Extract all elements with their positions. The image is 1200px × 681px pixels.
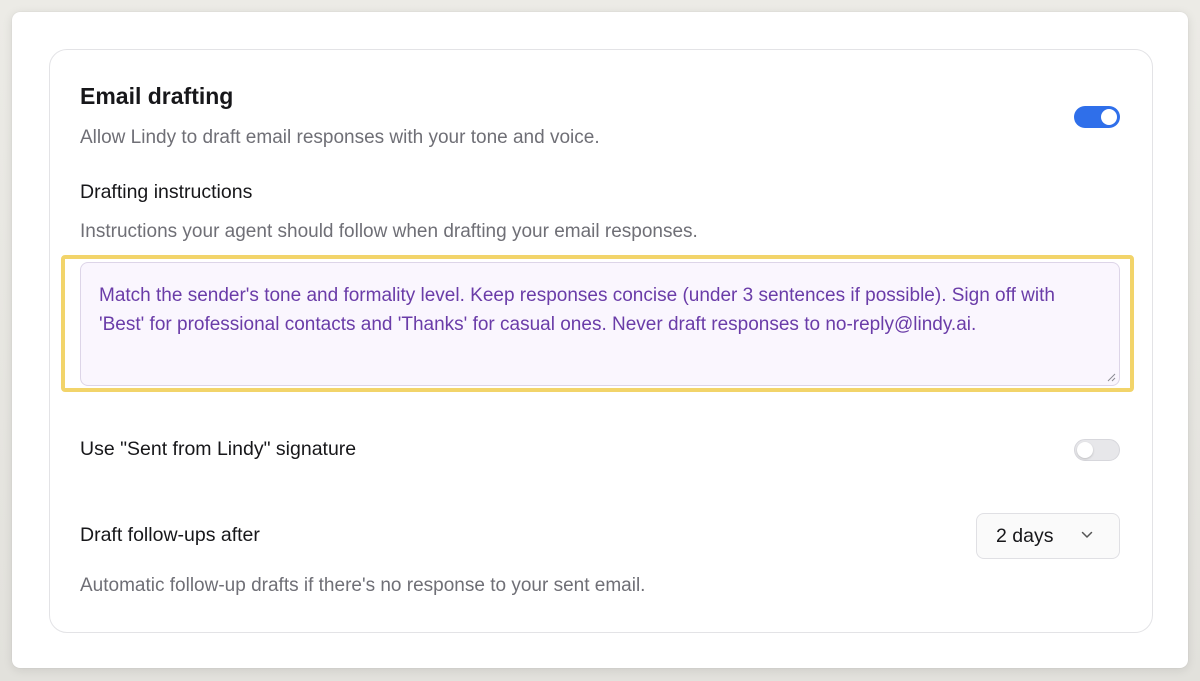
email-settings-card: Email drafting Allow Lindy to draft emai… [49, 49, 1153, 633]
drafting-instructions-textarea[interactable]: Match the sender's tone and formality le… [80, 262, 1120, 386]
follow-ups-label: Draft follow-ups after [80, 524, 260, 546]
chevron-down-icon [1081, 531, 1093, 538]
follow-ups-dropdown[interactable]: 2 days [976, 513, 1120, 559]
toggle-knob [1101, 109, 1117, 125]
drafting-instructions-label: Drafting instructions [80, 181, 253, 203]
toggle-knob [1077, 442, 1093, 458]
email-drafting-toggle[interactable] [1074, 106, 1120, 128]
follow-ups-selected-value: 2 days [996, 525, 1054, 547]
follow-ups-description: Automatic follow-up drafts if there's no… [80, 575, 646, 596]
settings-window: Email drafting Allow Lindy to draft emai… [12, 12, 1188, 668]
drafting-instructions-text: Match the sender's tone and formality le… [99, 285, 1055, 335]
drafting-instructions-description: Instructions your agent should follow wh… [80, 221, 698, 242]
signature-toggle[interactable] [1074, 439, 1120, 461]
resize-handle-icon[interactable] [1106, 372, 1116, 382]
email-drafting-description: Allow Lindy to draft email responses wit… [80, 127, 600, 148]
email-drafting-title: Email drafting [80, 83, 234, 109]
signature-label: Use "Sent from Lindy" signature [80, 438, 357, 460]
